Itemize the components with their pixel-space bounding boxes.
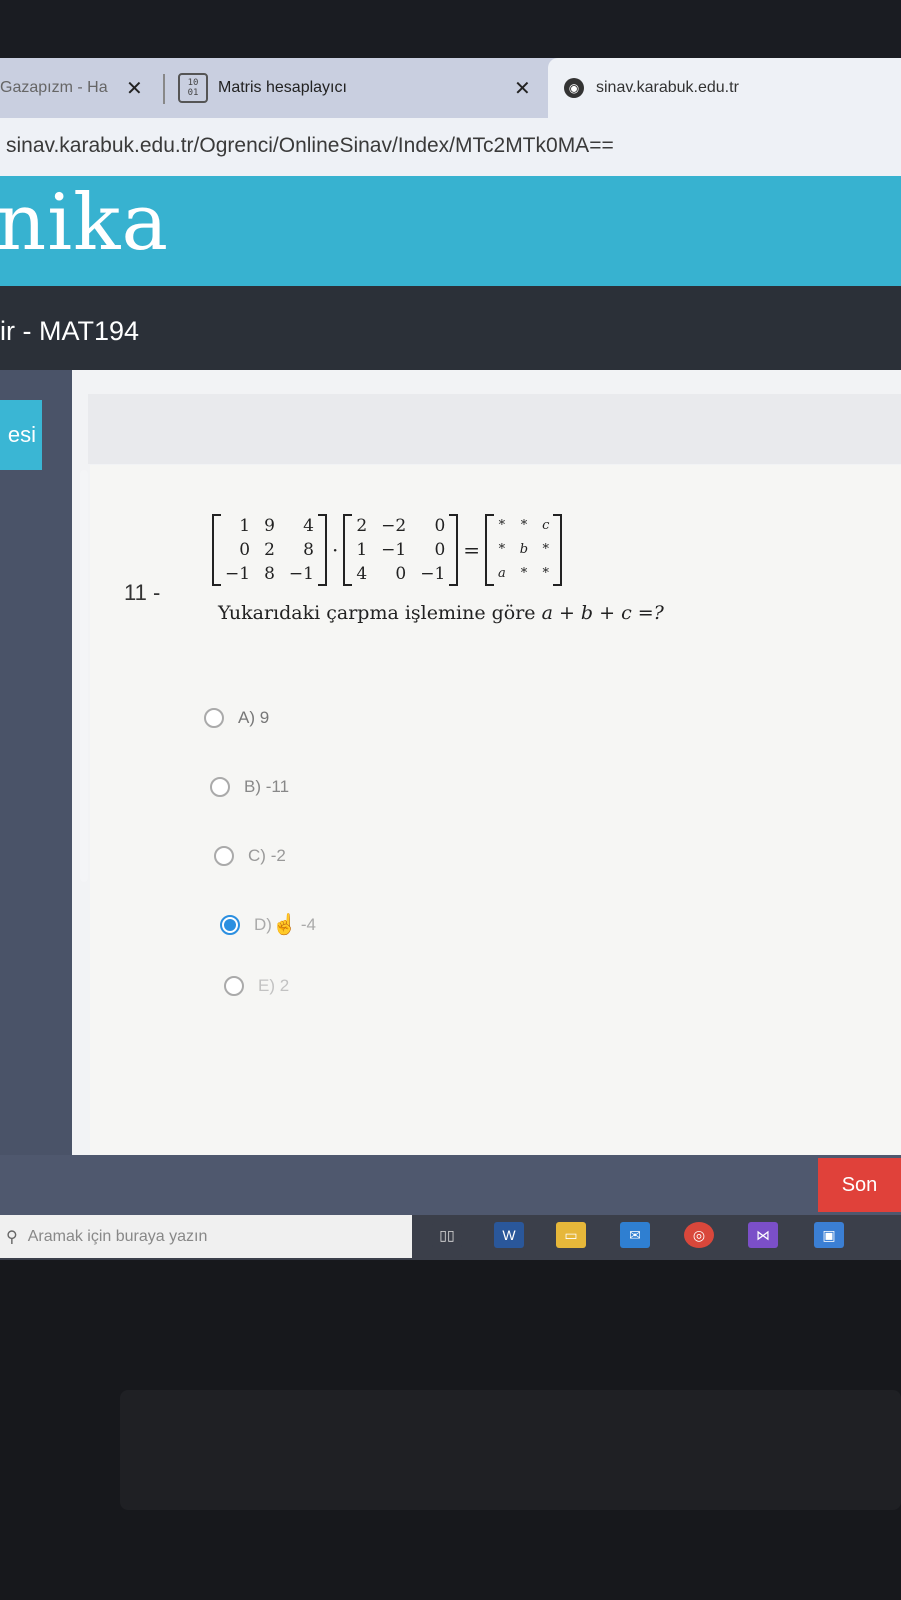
file-explorer-icon[interactable]: ▭ <box>556 1222 586 1248</box>
tab-label: sinav.karabuk.edu.tr <box>596 79 739 96</box>
matrix-cell: * <box>542 566 550 581</box>
option-value: -4 <box>300 914 316 934</box>
radio-button[interactable] <box>214 846 234 866</box>
matrix-cell: −1 <box>420 564 446 584</box>
matrix-cell: 9 <box>264 516 275 536</box>
option-label: E) <box>258 976 275 995</box>
matrix-cell: 4 <box>356 564 368 584</box>
matrix-cell: 8 <box>303 540 314 560</box>
matrix-cell: b <box>519 542 529 557</box>
matrix-cell: 1 <box>356 540 368 560</box>
matrix-cell: −1 <box>381 540 407 560</box>
task-view-icon[interactable]: ▯▯ <box>432 1222 462 1248</box>
matrix-cell: 2 <box>264 540 275 560</box>
tab-label: Gazapızm - Ha <box>0 79 108 96</box>
option-label: D) <box>254 914 272 934</box>
matrix-cell: −2 <box>381 516 407 536</box>
tab-sinav-active[interactable]: ◉ sinav.karabuk.edu.tr <box>548 58 901 118</box>
exam-footer <box>0 1155 901 1215</box>
search-icon: ⚲ <box>6 1228 18 1246</box>
browser-tab-bar: Gazapızm - Ha ✕ 10 01 Matris hesaplayıcı … <box>0 58 901 118</box>
matrix-cell: 0 <box>239 540 251 560</box>
option-e[interactable]: E) 2 <box>224 976 289 996</box>
tab-label: Matris hesaplayıcı <box>218 79 347 96</box>
matrix-cell: 0 <box>434 540 446 560</box>
sidebar-tab[interactable]: esi <box>0 400 42 470</box>
globe-icon: ◉ <box>564 78 584 98</box>
matrix-cell: −1 <box>225 564 251 584</box>
option-a[interactable]: A) 9 <box>204 708 269 728</box>
taskbar-search[interactable]: ⚲ Aramak için buraya yazın <box>0 1215 412 1258</box>
matrix-cell: 2 <box>356 516 368 536</box>
matrix-cell: 0 <box>434 516 446 536</box>
matrix-cell: c <box>542 518 550 533</box>
matrix-calculator-icon: 10 01 <box>178 73 208 103</box>
matrix-cell: * <box>498 542 506 557</box>
course-header: ir - MAT194 <box>0 286 901 370</box>
matrix-cell: 1 <box>239 516 251 536</box>
option-d[interactable]: D) ☝ -4 <box>220 912 316 937</box>
option-value: -2 <box>270 846 286 865</box>
option-value: 2 <box>279 976 290 995</box>
radio-button[interactable] <box>210 777 230 797</box>
matrix-cell: −1 <box>288 564 314 584</box>
option-value: 9 <box>259 708 270 727</box>
option-label: B) <box>244 777 261 796</box>
matrix-equation: 1 9 4 0 2 8 −1 8 −1 · 2 −2 0 1 −1 0 4 0 … <box>212 510 563 590</box>
tab-matris-hesaplayici[interactable]: 10 01 Matris hesaplayıcı ✕ <box>178 58 538 118</box>
question-header <box>88 394 901 464</box>
question-prefix: Yukarıdaki çarpma işlemine göre <box>218 602 542 624</box>
matrix-cell: * <box>498 518 506 533</box>
next-button[interactable]: Son <box>818 1158 901 1212</box>
multiply-dot: · <box>331 538 339 562</box>
scrollbar[interactable] <box>80 470 88 882</box>
matrix-a: 1 9 4 0 2 8 −1 8 −1 <box>212 514 327 586</box>
question-text: Yukarıdaki çarpma işlemine göre a + b + … <box>218 602 664 624</box>
visual-studio-icon[interactable]: ⋈ <box>748 1222 778 1248</box>
site-logo[interactable]: nika <box>0 178 169 268</box>
radio-button[interactable] <box>224 976 244 996</box>
matrix-cell: 8 <box>264 564 275 584</box>
matrix-cell: a <box>498 566 506 581</box>
option-b[interactable]: B) -11 <box>210 777 289 797</box>
matrix-cell: 4 <box>303 516 314 536</box>
option-label: A) <box>238 708 255 727</box>
keyboard-area <box>120 1390 901 1510</box>
url-text[interactable]: sinav.karabuk.edu.tr/Ogrenci/OnlineSinav… <box>6 134 614 158</box>
equals-sign: = <box>463 538 481 562</box>
matrix-cell: * <box>520 566 528 581</box>
tab-divider <box>163 74 165 104</box>
matrix-result: * * c * b * a * * <box>485 514 563 586</box>
matrix-b: 2 −2 0 1 −1 0 4 0 −1 <box>343 514 459 586</box>
option-label: C) <box>248 846 266 865</box>
word-icon[interactable]: W <box>494 1222 524 1248</box>
mail-icon[interactable]: ✉ <box>620 1222 650 1248</box>
matrix-cell: * <box>542 542 550 557</box>
site-banner: nika <box>0 176 901 286</box>
matrix-cell: 0 <box>395 564 407 584</box>
search-placeholder: Aramak için buraya yazın <box>27 1227 208 1245</box>
store-icon[interactable]: ▣ <box>814 1222 844 1248</box>
chrome-icon[interactable]: ◎ <box>684 1222 714 1248</box>
close-icon[interactable]: ✕ <box>126 76 143 101</box>
sidebar-tab-label: esi <box>7 422 36 447</box>
matrix-cell: * <box>520 518 528 533</box>
course-title: ir - MAT194 <box>0 316 140 346</box>
address-bar[interactable]: sinav.karabuk.edu.tr/Ogrenci/OnlineSinav… <box>0 118 901 176</box>
tab-gazapizm[interactable]: Gazapızm - Ha ✕ <box>0 58 160 118</box>
radio-button-selected[interactable] <box>220 914 240 935</box>
hand-cursor-icon: ☝ <box>271 914 297 936</box>
close-icon[interactable]: ✕ <box>514 76 531 101</box>
question-number: 11 - <box>124 580 161 605</box>
question-expression: a + b + c =? <box>541 602 664 624</box>
option-value: -11 <box>265 777 290 796</box>
radio-button[interactable] <box>204 708 224 728</box>
option-c[interactable]: C) -2 <box>214 846 286 866</box>
